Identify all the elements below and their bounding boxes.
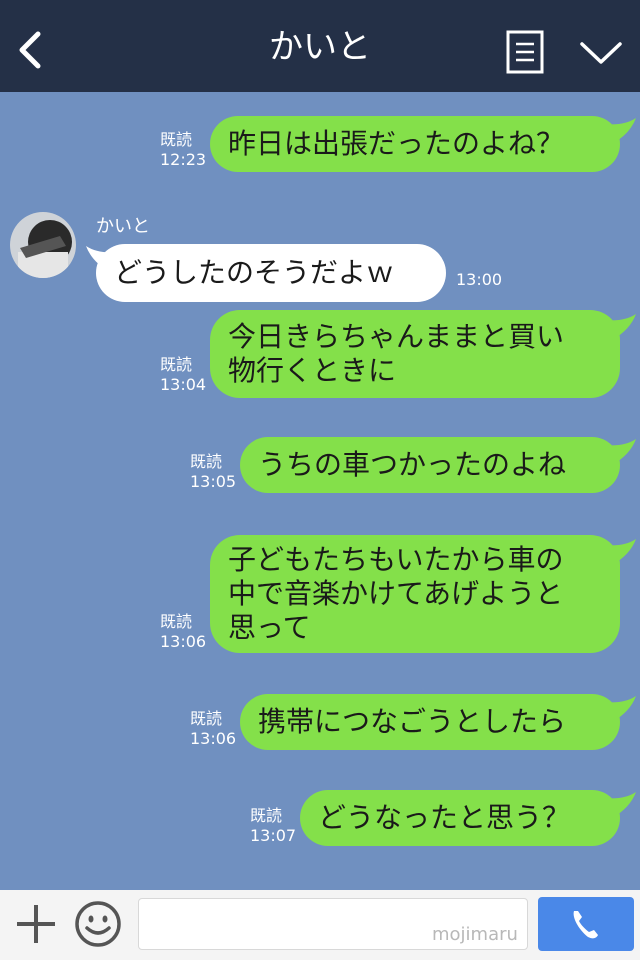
incoming-message[interactable]: どうしたのそうだよｗ — [96, 244, 446, 302]
message-time: 13:07 — [250, 826, 297, 845]
bubble-tail — [604, 439, 636, 465]
emoji-button[interactable] — [74, 900, 122, 948]
message-line: 思って — [228, 611, 311, 644]
sender-name: かいと — [96, 216, 150, 237]
message-line: 子どもたちもいたから車の — [228, 543, 564, 576]
outgoing-message[interactable]: 昨日は出張だったのよね？ — [210, 116, 620, 172]
back-button[interactable] — [12, 26, 52, 74]
message-text: どうなったと思う？ — [318, 801, 571, 834]
avatar[interactable] — [10, 212, 76, 278]
message-time: 12:23 — [160, 150, 207, 169]
message-text: 携帯につなごうとしたら — [258, 705, 567, 738]
bubble-tail — [604, 539, 636, 565]
message-time: 13:06 — [160, 632, 207, 651]
bubble-tail — [604, 696, 636, 722]
read-status: 既読 — [250, 806, 283, 825]
message-line: 今日きらちゃんままと買い — [228, 320, 565, 353]
message-meta: 既読 13:07 — [250, 806, 296, 846]
bubble-tail — [604, 792, 636, 818]
outgoing-message[interactable]: うちの車つかったのよね — [240, 437, 620, 493]
outgoing-message[interactable]: どうなったと思う？ — [300, 790, 620, 846]
watermark: mojimaru — [432, 924, 518, 945]
message-meta: 既読 13:06 — [190, 709, 236, 749]
read-status: 既読 — [190, 709, 223, 728]
bubble-tail — [604, 314, 636, 340]
menu-button[interactable] — [506, 30, 544, 74]
read-status: 既読 — [160, 130, 193, 149]
bubble-tail — [604, 118, 636, 144]
plus-icon — [17, 905, 55, 943]
list-icon — [506, 30, 544, 74]
message-meta: 既読 13:06 — [160, 612, 206, 652]
message-line: 中で音楽かけてあげようと — [228, 577, 564, 610]
message-meta: 既読 13:04 — [160, 355, 206, 395]
message-time: 13:00 — [456, 270, 503, 289]
message-line: 物行くときに — [228, 354, 397, 387]
attach-button[interactable] — [14, 902, 58, 946]
chat-title: かいと — [269, 27, 371, 67]
outgoing-message[interactable]: 携帯につなごうとしたら — [240, 694, 620, 750]
message-time: 13:06 — [190, 729, 237, 748]
read-status: 既読 — [160, 612, 193, 631]
message-text: どうしたのそうだよｗ — [114, 256, 395, 289]
message-text: うちの車つかったのよね — [258, 448, 567, 481]
message-time: 13:04 — [160, 375, 207, 394]
message-meta: 既読 13:05 — [190, 452, 236, 492]
message-text: 昨日は出張だったのよね？ — [228, 127, 565, 160]
read-status: 既読 — [190, 452, 223, 471]
phone-icon — [573, 911, 598, 939]
dropdown-button[interactable] — [578, 36, 624, 70]
chevron-left-icon — [19, 31, 41, 69]
outgoing-message[interactable]: 子どもたちもいたから車の 中で音楽かけてあげようと 思って — [210, 535, 620, 653]
chevron-down-icon — [580, 42, 622, 64]
outgoing-message[interactable]: 今日きらちゃんままと買い 物行くときに — [210, 310, 620, 398]
call-button[interactable] — [538, 897, 634, 951]
message-meta: 既読 12:23 — [160, 130, 206, 170]
avatar-image — [10, 212, 76, 278]
read-status: 既読 — [160, 355, 193, 374]
smiley-icon — [75, 901, 121, 947]
message-time: 13:05 — [190, 472, 237, 491]
